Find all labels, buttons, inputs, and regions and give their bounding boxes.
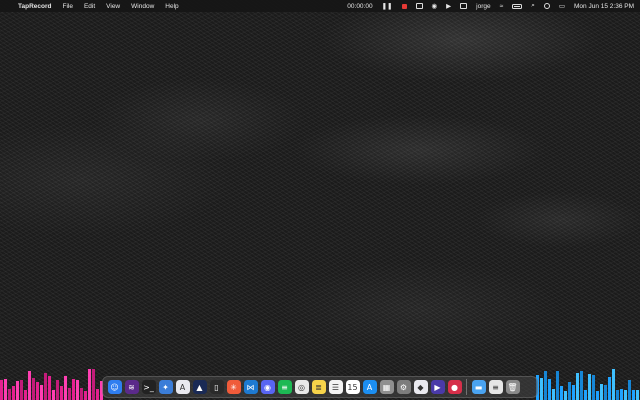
menu-app-name[interactable]: TapRecord (18, 3, 51, 10)
dock-vscode-icon[interactable]: ⋈ (243, 380, 258, 394)
dock-trash-icon[interactable]: 🗑 (505, 380, 520, 394)
dock-roblox-icon[interactable]: ◆ (413, 380, 428, 394)
dock-system-settings-icon[interactable]: ⚙ (396, 380, 411, 394)
dock: ☺ ≋ >_ ✦ A ▲ ▯ ✳ ⋈ ◉ ≡ ◎ ≣ ☰ 15 A ▦ ⚙ ◆ ▶ ● ▬ ≡ 🗑 (102, 376, 538, 398)
eye-icon[interactable]: ◉ (432, 2, 438, 10)
dock-app-store-icon[interactable]: A (362, 380, 377, 394)
screen-icon[interactable] (415, 3, 423, 9)
menu-file[interactable]: File (62, 3, 72, 10)
clipboard-icon[interactable] (460, 3, 468, 9)
dock-calendar-icon[interactable]: 15 (345, 380, 360, 394)
menu-window[interactable]: Window (131, 3, 154, 10)
audio-visualizer-left (0, 366, 104, 400)
menu-view[interactable]: View (106, 3, 120, 10)
dock-document-icon[interactable]: ≡ (488, 380, 503, 394)
media-icon[interactable]: ▶ (446, 2, 451, 10)
dock-notes-dark-icon[interactable]: ▯ (209, 380, 224, 394)
record-stop-icon[interactable] (401, 3, 407, 9)
dock-folder-icon[interactable]: ▬ (471, 380, 486, 394)
audio-visualizer-right (536, 366, 640, 400)
dock-taprecord-icon[interactable]: ● (447, 380, 462, 394)
menu-bar: TapRecord File Edit View Window Help 00:… (0, 0, 640, 12)
dock-beats-icon[interactable]: ▶ (430, 380, 445, 394)
notification-icon[interactable]: ▭ (559, 2, 565, 10)
dock-terminal-icon[interactable]: >_ (141, 380, 156, 394)
user-name[interactable]: jorge (476, 3, 490, 10)
control-center-icon[interactable] (543, 3, 550, 9)
dock-raycast-icon[interactable]: ✳ (226, 380, 241, 394)
dock-separator (466, 379, 467, 395)
dock-chrome-icon[interactable]: ◎ (294, 380, 309, 394)
dock-xcode-like-icon[interactable]: ✦ (158, 380, 173, 394)
dock-spotify-icon[interactable]: ≡ (277, 380, 292, 394)
dock-wave-app-icon[interactable]: ≋ (124, 380, 139, 394)
dock-reminders-icon[interactable]: ☰ (328, 380, 343, 394)
menu-clock[interactable]: Mon Jun 15 2:36 PM (574, 3, 634, 10)
pause-icon[interactable]: ❚❚ (382, 2, 393, 10)
menu-edit[interactable]: Edit (84, 3, 95, 10)
record-timer: 00:00:00 (347, 2, 373, 10)
dock-finder-icon[interactable]: ☺ (107, 380, 122, 394)
dock-notes-icon[interactable]: ≣ (311, 380, 326, 394)
dock-arc-icon[interactable]: A (175, 380, 190, 394)
battery-icon[interactable] (512, 3, 523, 9)
dock-launchpad-icon[interactable]: ▦ (379, 380, 394, 394)
menu-help[interactable]: Help (165, 3, 178, 10)
dock-discord-icon[interactable]: ◉ (260, 380, 275, 394)
wifi-icon[interactable]: ≈ (500, 3, 504, 10)
dock-anytype-icon[interactable]: ▲ (192, 380, 207, 394)
search-icon[interactable]: ⌕ (531, 2, 535, 10)
desktop-wallpaper (0, 0, 640, 400)
